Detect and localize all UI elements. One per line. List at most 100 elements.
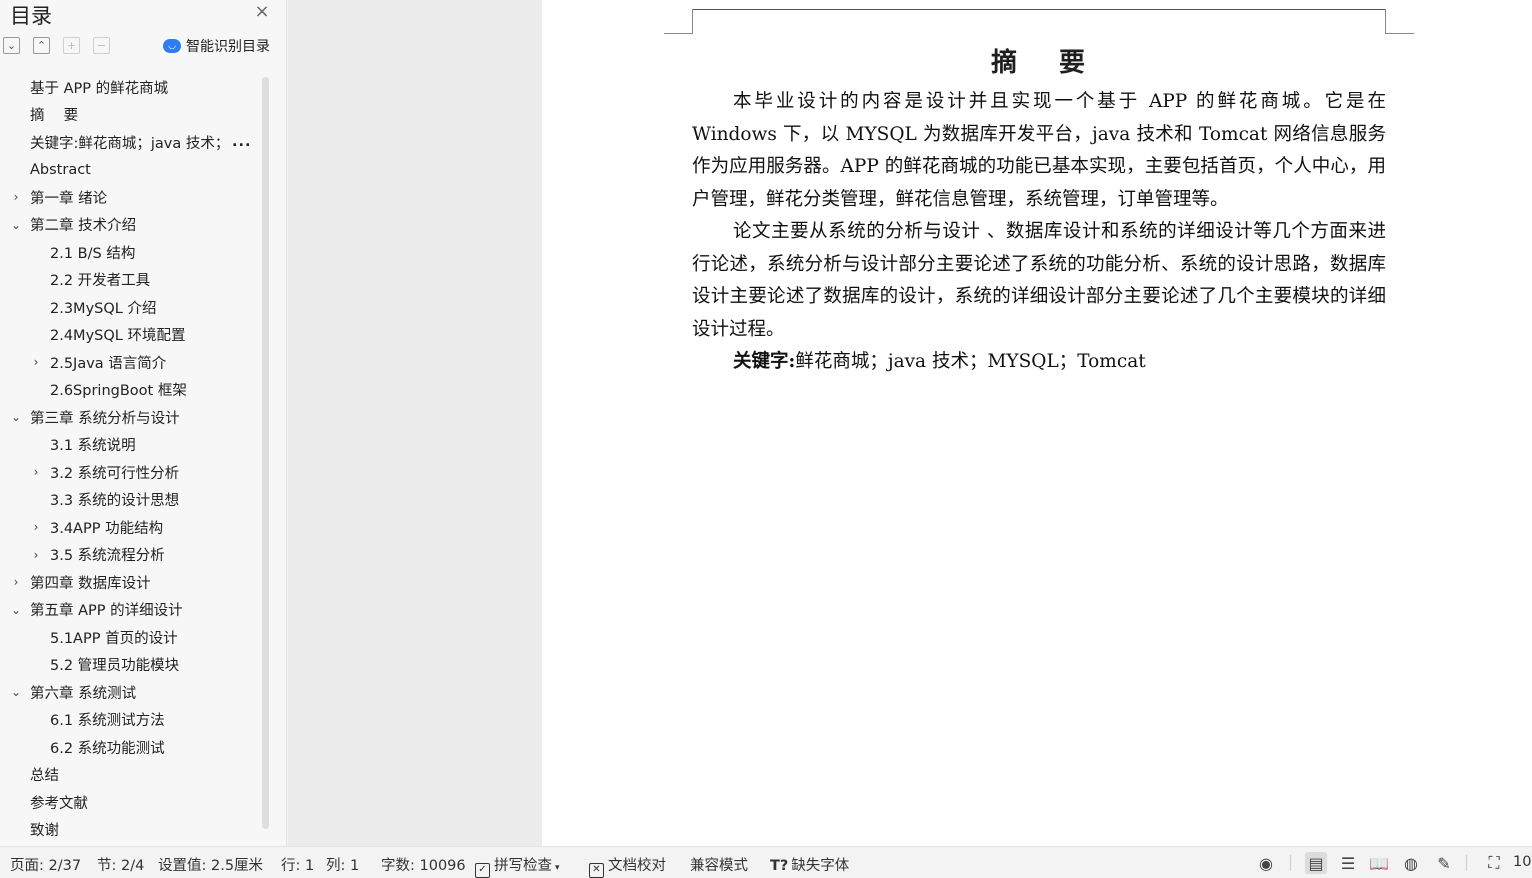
chevron-right-icon[interactable]: › — [29, 465, 43, 479]
toc-panel: 目录 × ⌄ ⌃ + − ◡ 智能识别目录 基于 APP 的鲜花商城摘 要关键字… — [0, 0, 287, 846]
toc-item[interactable]: ⌄ 第五章 APP 的详细设计 — [0, 597, 258, 623]
toc-item[interactable]: 致谢 — [0, 817, 258, 843]
toc-item-label: 摘 要 — [30, 108, 79, 124]
toc-item-label: 2.1 B/S 结构 — [50, 245, 136, 262]
ai-icon: ◡ — [163, 39, 181, 53]
compat-mode-button[interactable]: 兼容模式 — [690, 854, 748, 875]
eye-protection-icon[interactable]: ◉ — [1255, 852, 1277, 874]
collapse-all-icon[interactable]: ⌃ — [33, 37, 50, 54]
toc-item[interactable]: › 3.2 系统可行性分析 — [0, 459, 258, 485]
chevron-right-icon[interactable]: › — [9, 575, 23, 589]
margin-setting[interactable]: 设置值: 2.5厘米 — [158, 854, 263, 875]
toc-item-label: 基于 APP 的鲜花商城 — [30, 80, 169, 97]
toc-item-label: 第一章 绪论 — [30, 190, 108, 207]
chevron-right-icon[interactable]: › — [29, 355, 43, 369]
outline-view-icon[interactable]: ☰ — [1337, 852, 1359, 874]
zoom-level[interactable]: 10 — [1513, 854, 1531, 870]
toc-scrollbar[interactable] — [262, 77, 269, 829]
toc-title: 目录 — [10, 4, 52, 28]
dropdown-arrow-icon: ▾ — [555, 863, 560, 873]
col-indicator: 列: 1 — [326, 858, 360, 874]
abstract-heading-part2: 要 — [1059, 48, 1088, 78]
chevron-right-icon[interactable]: › — [29, 548, 43, 562]
toc-item[interactable]: 参考文献 — [0, 789, 258, 815]
toc-item[interactable]: 2.3MySQL 介绍 — [0, 294, 258, 320]
web-view-icon[interactable]: ◍ — [1400, 852, 1422, 874]
crop-mark-right — [1385, 9, 1386, 34]
toc-item[interactable]: ⌄ 第三章 系统分析与设计 — [0, 404, 258, 430]
status-bar: 页面: 2/37 节: 2/4 设置值: 2.5厘米 行: 1 列: 1 字数:… — [0, 846, 1532, 878]
toc-item-label: 2.4MySQL 环境配置 — [50, 328, 186, 344]
toc-item-label: 第六章 系统测试 — [30, 685, 137, 702]
toc-item-label: 关键字:鲜花商城；java 技术； — [30, 135, 230, 152]
toc-item-label: 3.5 系统流程分析 — [50, 548, 165, 564]
toc-item[interactable]: 5.2 管理员功能模块 — [0, 652, 258, 678]
abstract-paragraph-2: 论文主要从系统的分析与设计 、数据库设计和系统的详细设计等几个方面来进行论述，系… — [692, 221, 1386, 340]
toc-item[interactable]: 关键字:鲜花商城；java 技术；... — [0, 129, 258, 155]
canvas-margin — [288, 0, 542, 846]
toc-item-label: 3.4APP 功能结构 — [50, 520, 164, 537]
toc-item-label: 6.2 系统功能测试 — [50, 740, 165, 757]
toc-item-label: 5.2 管理员功能模块 — [50, 658, 180, 674]
toc-item-label: 6.1 系统测试方法 — [50, 713, 165, 729]
toc-item[interactable]: › 3.5 系统流程分析 — [0, 542, 258, 568]
toc-item-label: 总结 — [30, 768, 59, 784]
keywords-label: 关键字: — [733, 351, 796, 372]
page-header-line — [692, 9, 1386, 10]
remove-heading-icon[interactable]: − — [93, 37, 110, 54]
doc-proofread-label: 文档校对 — [608, 858, 666, 874]
missing-font-button[interactable]: T? 缺失字体 — [770, 854, 849, 875]
toc-item[interactable]: 2.4MySQL 环境配置 — [0, 322, 258, 348]
toc-item[interactable]: 3.1 系统说明 — [0, 432, 258, 458]
toc-item[interactable]: 2.6SpringBoot 框架 — [0, 377, 258, 403]
close-icon[interactable]: × — [252, 2, 272, 22]
toc-item[interactable]: › 2.5Java 语言简介 — [0, 349, 258, 375]
toc-item[interactable]: 3.3 系统的设计思想 — [0, 487, 258, 513]
word-count[interactable]: 字数: 10096 — [381, 854, 466, 875]
chevron-right-icon[interactable]: › — [29, 520, 43, 534]
toc-item[interactable]: 摘 要 — [0, 102, 258, 128]
toc-item-label: 第五章 APP 的详细设计 — [30, 603, 183, 619]
wps-writer-window: 目录 × ⌄ ⌃ + − ◡ 智能识别目录 基于 APP 的鲜花商城摘 要关键字… — [0, 0, 1532, 878]
toc-item[interactable]: 6.1 系统测试方法 — [0, 707, 258, 733]
toc-item[interactable]: › 3.4APP 功能结构 — [0, 514, 258, 540]
toc-item[interactable]: › 第一章 绪论 — [0, 184, 258, 210]
reading-view-icon[interactable]: 📖 — [1368, 852, 1390, 874]
toc-item[interactable]: › 第四章 数据库设计 — [0, 569, 258, 595]
chevron-down-icon[interactable]: ⌄ — [9, 410, 23, 424]
chevron-down-icon[interactable]: ⌄ — [9, 218, 23, 232]
toc-item-label: Abstract — [30, 161, 91, 178]
section-indicator[interactable]: 节: 2/4 — [97, 854, 144, 875]
page-indicator[interactable]: 页面: 2/37 — [10, 854, 81, 875]
toc-item[interactable]: ⌄ 第六章 系统测试 — [0, 679, 258, 705]
chevron-right-icon[interactable]: › — [9, 190, 23, 204]
toc-item[interactable]: ⌄ 第二章 技术介绍 — [0, 212, 258, 238]
missing-font-label: 缺失字体 — [791, 858, 850, 874]
smart-toc-button[interactable]: ◡ 智能识别目录 — [163, 36, 270, 56]
toc-item-label: 2.3MySQL 介绍 — [50, 300, 157, 317]
fit-page-icon[interactable]: ⛶ — [1483, 852, 1505, 874]
spell-check-icon: ✓ — [475, 863, 490, 878]
write-mode-icon[interactable]: ✎ — [1433, 852, 1455, 874]
toc-item[interactable]: 5.1APP 首页的设计 — [0, 624, 258, 650]
toc-item[interactable]: 总结 — [0, 762, 258, 788]
toc-item[interactable]: 6.2 系统功能测试 — [0, 734, 258, 760]
chevron-down-icon[interactable]: ⌄ — [9, 603, 23, 617]
toc-item-label: 2.5Java 语言简介 — [50, 355, 167, 372]
document-page[interactable]: 摘要 本毕业设计的内容是设计并且实现一个基于 APP 的鲜花商城。它是在 Win… — [542, 0, 1532, 846]
toc-item-label: 3.2 系统可行性分析 — [50, 465, 180, 482]
toc-item[interactable]: Abstract — [0, 157, 258, 183]
spell-check-label: 拼写检查 — [494, 858, 552, 874]
page-view-icon[interactable]: ▤ — [1305, 852, 1327, 874]
toc-item-label: 2.6SpringBoot 框架 — [50, 383, 187, 399]
chevron-down-icon[interactable]: ⌄ — [9, 685, 23, 699]
add-heading-icon[interactable]: + — [63, 37, 80, 54]
doc-proofread-button[interactable]: ✕ 文档校对 — [589, 854, 666, 878]
abstract-heading: 摘要 — [692, 42, 1386, 79]
crop-mark-right-horizontal — [1385, 33, 1414, 34]
toc-item[interactable]: 基于 APP 的鲜花商城 — [0, 74, 258, 100]
toc-item[interactable]: 2.1 B/S 结构 — [0, 239, 258, 265]
expand-all-icon[interactable]: ⌄ — [3, 37, 20, 54]
spell-check-button[interactable]: ✓ 拼写检查 ▾ — [475, 854, 560, 878]
toc-item[interactable]: 2.2 开发者工具 — [0, 267, 258, 293]
